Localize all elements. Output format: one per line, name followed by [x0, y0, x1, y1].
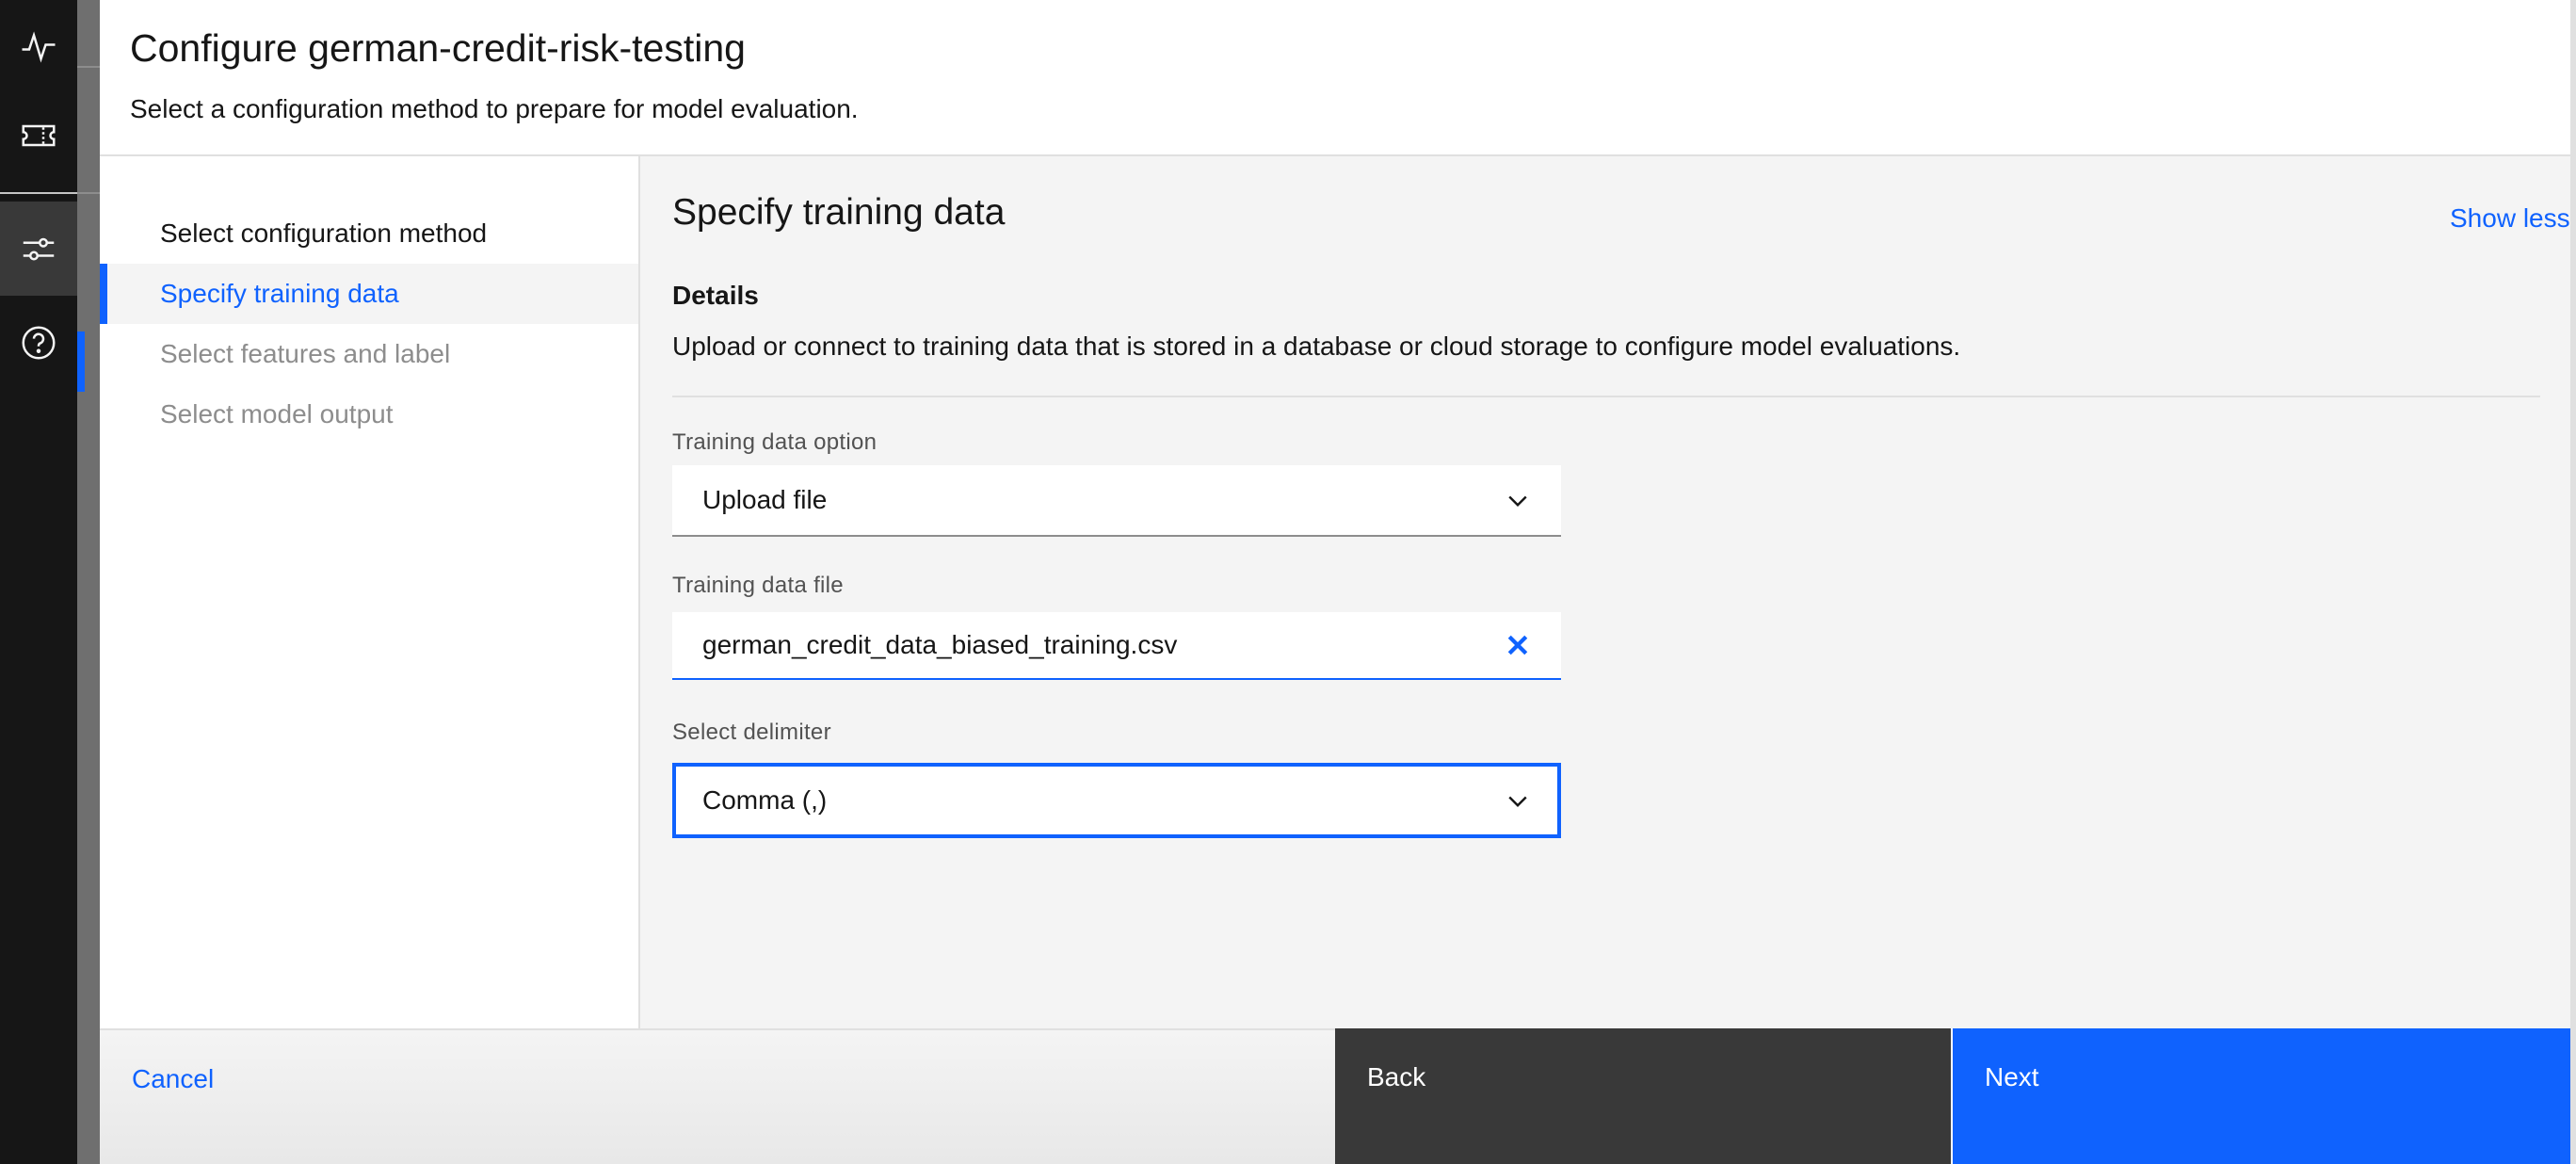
- background-divider: [77, 192, 100, 194]
- scrollbar-track: [2570, 0, 2576, 1164]
- modal-title: Configure german-credit-risk-testing: [130, 26, 746, 70]
- back-button[interactable]: Back: [1335, 1028, 1951, 1164]
- background-divider: [77, 66, 100, 68]
- divider: [672, 396, 2540, 397]
- configure-modal: Configure german-credit-risk-testing Sel…: [100, 0, 2576, 1164]
- details-heading: Details: [672, 281, 759, 310]
- select-delimiter-label: Select delimiter: [672, 719, 831, 745]
- cancel-button[interactable]: Cancel: [132, 1064, 214, 1094]
- progress-steps: Select configuration method Specify trai…: [100, 156, 640, 1028]
- close-icon[interactable]: [1505, 632, 1531, 658]
- chevron-down-icon: [1508, 796, 1527, 807]
- training-data-option-value: Upload file: [702, 485, 828, 514]
- side-rail: [0, 0, 77, 1164]
- ticket-icon: [22, 124, 56, 147]
- modal-body: Select configuration method Specify trai…: [100, 156, 2576, 1028]
- background-active-marker: [77, 331, 85, 392]
- section-title: Specify training data: [672, 192, 1006, 233]
- rail-item-tickets[interactable]: [0, 89, 77, 183]
- training-data-file-field: german_credit_data_biased_training.csv: [672, 612, 1561, 680]
- sliders-icon: [23, 237, 55, 261]
- delimiter-value: Comma (,): [702, 785, 828, 815]
- step-select-model-output: Select model output: [160, 399, 394, 428]
- chevron-down-icon: [1508, 495, 1527, 507]
- step-specify-training-data[interactable]: Specify training data: [100, 264, 638, 324]
- step-select-features-and-label: Select features and label: [160, 339, 451, 368]
- show-less-toggle[interactable]: Show less: [2450, 203, 2576, 234]
- training-data-file-name: german_credit_data_biased_training.csv: [702, 630, 1178, 659]
- next-button[interactable]: Next: [1953, 1028, 2570, 1164]
- training-data-option-select[interactable]: Upload file: [672, 465, 1561, 537]
- show-less-label: Show less: [2450, 203, 2570, 233]
- rail-item-configure[interactable]: [0, 202, 77, 296]
- rail-divider: [0, 192, 77, 194]
- footer-left: Cancel: [100, 1028, 1335, 1164]
- modal-header: Configure german-credit-risk-testing Sel…: [100, 0, 2576, 156]
- activity-icon: [22, 31, 56, 63]
- modal-subtitle: Select a configuration method to prepare…: [130, 94, 859, 123]
- step-content: Specify training data Show less Details …: [640, 156, 2576, 1028]
- rail-item-help[interactable]: [0, 296, 77, 390]
- training-data-file-label: Training data file: [672, 573, 844, 598]
- background-overlay: [77, 0, 100, 1164]
- training-data-option-label: Training data option: [672, 429, 877, 455]
- delimiter-select[interactable]: Comma (,): [672, 763, 1561, 838]
- rail-item-activity[interactable]: [0, 0, 77, 94]
- step-select-configuration-method[interactable]: Select configuration method: [100, 203, 638, 264]
- help-icon: [22, 326, 56, 360]
- details-description: Upload or connect to training data that …: [672, 331, 1961, 361]
- modal-footer: Cancel Back Next: [100, 1028, 2576, 1164]
